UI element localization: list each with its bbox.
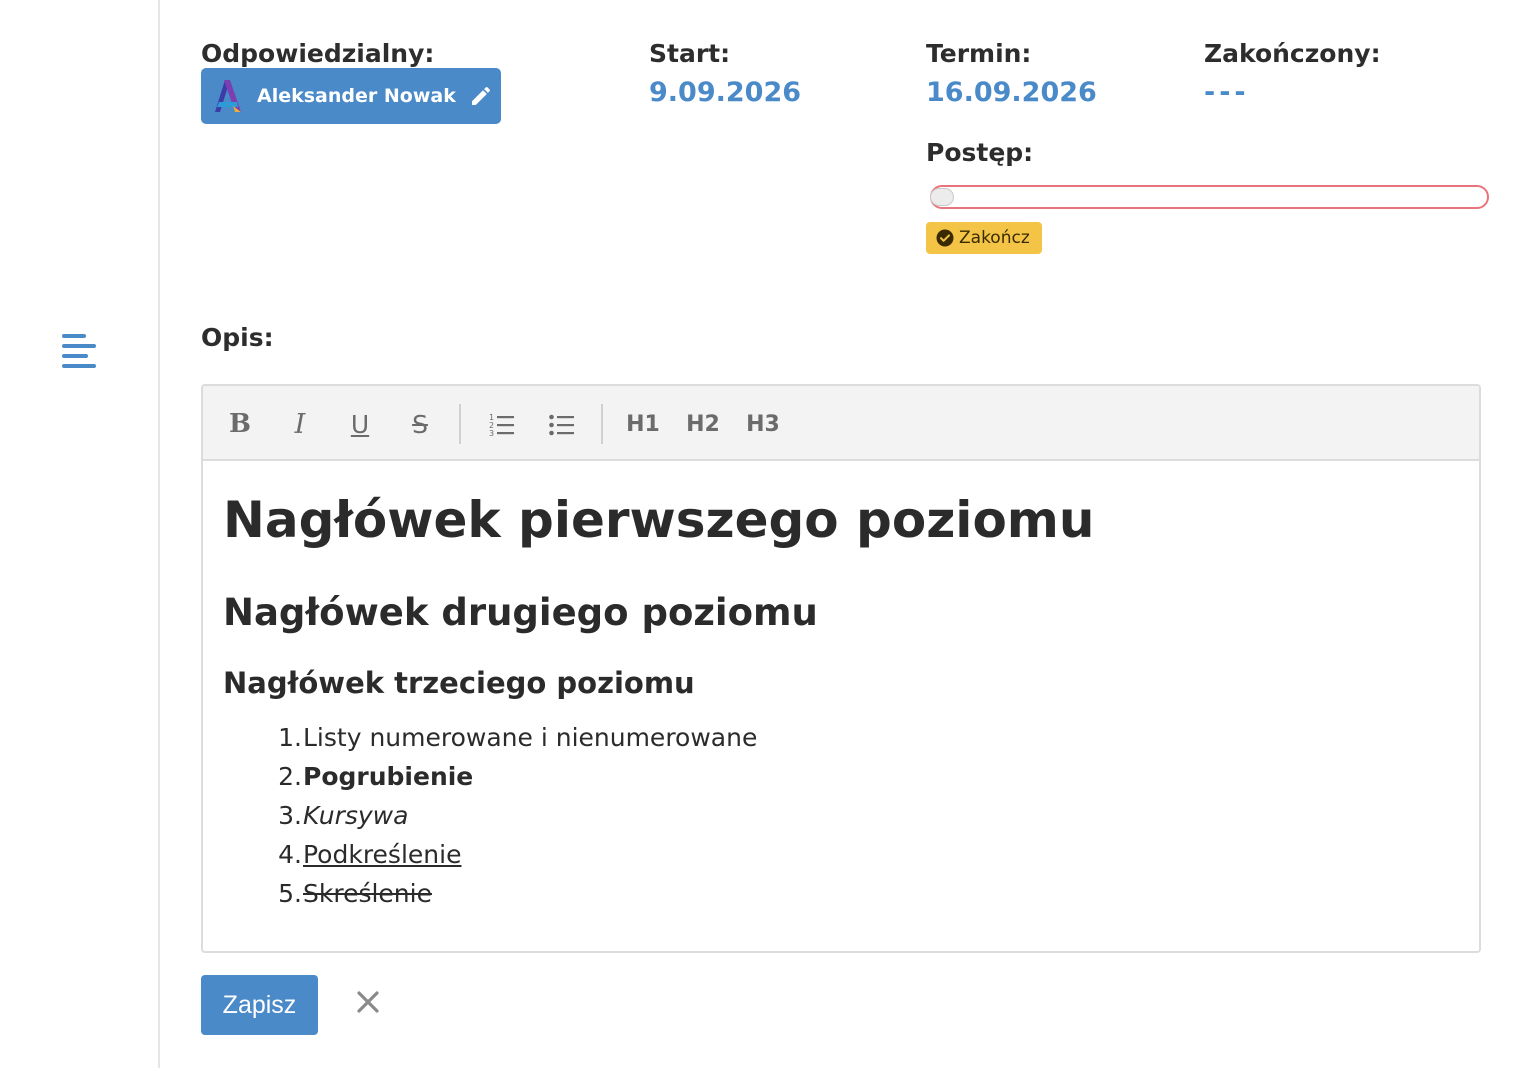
content-ordered-list: 1. Listy numerowane i nienumerowane 2. P… [263, 723, 757, 918]
ordered-list-button[interactable]: 1 2 3 [482, 404, 522, 444]
bullet-list-icon [549, 414, 574, 436]
assignee-label: Odpowiedzialny: [201, 39, 435, 68]
progress-slider[interactable] [930, 185, 1489, 209]
strikethrough-button[interactable]: S [400, 404, 440, 444]
left-rail [0, 0, 160, 1068]
editor-toolbar: B I U S 1 2 3 H1 H2 H3 [203, 386, 1479, 461]
close-icon[interactable] [354, 988, 382, 1016]
progress-handle[interactable] [930, 188, 954, 206]
save-button[interactable]: Zapisz [201, 975, 318, 1035]
list-item: 1. Listy numerowane i nienumerowane [278, 723, 758, 752]
check-circle-icon [936, 229, 954, 247]
list-item: 4. Podkreślenie [278, 840, 462, 869]
deadline-date: 16.09.2026 [926, 77, 1097, 108]
list-item: 2. Pogrubienie [278, 762, 474, 791]
deadline-label: Termin: [926, 39, 1032, 68]
list-item: 3. Kursywa [278, 801, 409, 830]
rich-text-editor[interactable]: B I U S 1 2 3 H1 H2 H3 Nagłówek pierwsze… [201, 384, 1481, 953]
assignee-button[interactable]: Aleksander Nowak [201, 68, 501, 124]
content-heading-3: Nagłówek trzeciego poziomu [223, 666, 695, 700]
assignee-name: Aleksander Nowak [257, 85, 456, 107]
start-label: Start: [649, 39, 731, 68]
bullet-list-button[interactable] [542, 404, 582, 444]
bold-button[interactable]: B [220, 404, 260, 444]
h3-button[interactable]: H3 [743, 404, 783, 444]
completed-label: Zakończony: [1204, 39, 1381, 68]
h1-button[interactable]: H1 [623, 404, 663, 444]
align-left-icon [62, 334, 96, 368]
pencil-icon[interactable] [469, 84, 493, 108]
finish-button[interactable]: Zakończ [926, 222, 1042, 254]
h2-button[interactable]: H2 [683, 404, 723, 444]
start-date: 9.09.2026 [649, 77, 802, 108]
underline-button[interactable]: U [340, 404, 380, 444]
toolbar-divider [601, 404, 603, 444]
content-heading-1: Nagłówek pierwszego poziomu [223, 491, 1095, 549]
finish-label: Zakończ [959, 228, 1030, 248]
task-details-page: Odpowiedzialny: Aleksander Nowak Start: … [0, 0, 1538, 1068]
list-item: 5. Skreślenie [278, 879, 432, 908]
description-label: Opis: [201, 323, 274, 352]
toolbar-divider [459, 404, 461, 444]
svg-text:3: 3 [489, 429, 494, 437]
editor-content[interactable]: Nagłówek pierwszego poziomu Nagłówek dru… [223, 461, 1459, 951]
assignee-avatar-icon [215, 80, 241, 112]
italic-button[interactable]: I [280, 404, 320, 444]
ordered-list-icon: 1 2 3 [489, 413, 514, 437]
content-heading-2: Nagłówek drugiego poziomu [223, 591, 818, 634]
progress-label: Postęp: [926, 138, 1034, 167]
completed-date: --- [1204, 77, 1250, 108]
